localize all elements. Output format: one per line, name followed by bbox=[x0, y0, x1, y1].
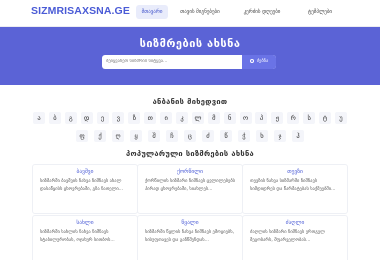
letter-button[interactable]: თ bbox=[144, 112, 157, 124]
dream-card-text: თევზის ნახვა სიზმარში ნიშნავს სიმდიდრეს … bbox=[250, 179, 336, 192]
letter-button[interactable]: ლ bbox=[191, 112, 204, 124]
letter-button[interactable]: გ bbox=[64, 112, 77, 124]
search-button[interactable]: ძებნა bbox=[242, 55, 276, 69]
letter-button[interactable]: ა bbox=[33, 112, 45, 124]
letter-button[interactable]: ხ bbox=[256, 130, 268, 142]
search-icon bbox=[249, 58, 254, 63]
dream-card[interactable]: სახლი სიზმარში სახლის ნახვა ნიშნავს სტაბ… bbox=[32, 215, 138, 260]
nav-item-home[interactable]: მთავარი bbox=[136, 5, 168, 19]
dream-card-text: სიზმარში სახლის ნახვა ნიშნავს სტაბილურობ… bbox=[40, 230, 115, 243]
dream-card[interactable]: წყალი სიზმარში წყლის ნახვა ნიშნავს ემოცი… bbox=[137, 215, 243, 260]
letter-button[interactable]: ჟ bbox=[271, 112, 284, 124]
dream-card-title[interactable]: წყალი bbox=[138, 220, 242, 226]
dream-card-text: ძაღლის სიზმარი ნიშნავს ერთგულ მეგობარს, … bbox=[250, 230, 325, 243]
popular-title: პოპულარული სიზმრების ახსნა bbox=[126, 149, 254, 158]
nav-item-days[interactable]: კერძის დღეები bbox=[238, 5, 286, 19]
alphabet-row-2: ფ ქ ღ ყ შ ჩ ც ძ წ ჭ ხ ჯ ჰ bbox=[76, 130, 304, 144]
letter-button[interactable]: ზ bbox=[128, 112, 141, 124]
letter-button[interactable]: ღ bbox=[112, 130, 124, 142]
letter-button[interactable]: ჰ bbox=[292, 130, 304, 142]
letter-button[interactable]: პ bbox=[255, 112, 268, 124]
dream-card[interactable]: ძაღლი ძაღლის სიზმარი ნიშნავს ერთგულ მეგო… bbox=[242, 215, 348, 260]
hero-banner: სიზმრების ახსნა ძებნა bbox=[0, 27, 380, 85]
letter-button[interactable]: ე bbox=[96, 112, 109, 124]
dream-card-title[interactable]: თევზი bbox=[243, 169, 347, 175]
letter-button[interactable]: ქ bbox=[94, 130, 106, 142]
site-logo[interactable]: SIZMRISAXSNA.GE bbox=[31, 5, 130, 17]
letter-button[interactable]: ჭ bbox=[238, 130, 250, 142]
letter-button[interactable]: ტ bbox=[319, 112, 332, 124]
letter-button[interactable]: ს bbox=[303, 112, 316, 124]
hero-title: სიზმრების ახსნა bbox=[139, 37, 241, 50]
dream-card-title[interactable]: ქორწილი bbox=[138, 169, 242, 175]
dream-card-text: სიზმარში წყლის ნახვა ნიშნავს ემოციებს, ს… bbox=[145, 230, 235, 243]
letter-button[interactable]: დ bbox=[80, 112, 93, 124]
dream-card-title[interactable]: ბავშვი bbox=[33, 169, 137, 175]
alphabet-title: ანბანის მიხედვით bbox=[152, 97, 228, 106]
dream-card-text: სიზმარში ბავშვის ნახვა ნიშნავს ახალ დასა… bbox=[40, 179, 124, 192]
top-navbar: SIZMRISAXSNA.GE მთავარი თავის მიგნებები … bbox=[0, 0, 380, 27]
letter-button[interactable]: ბ bbox=[48, 112, 61, 124]
letter-button[interactable]: წ bbox=[220, 130, 232, 142]
letter-button[interactable]: ო bbox=[239, 112, 252, 124]
letter-button[interactable]: ც bbox=[184, 130, 196, 142]
letter-button[interactable]: უ bbox=[334, 112, 347, 124]
nav-item-templates[interactable]: ტემპლები bbox=[300, 5, 340, 19]
letter-button[interactable]: ჯ bbox=[274, 130, 286, 142]
letter-button[interactable]: შ bbox=[148, 130, 160, 142]
letter-button[interactable]: კ bbox=[176, 112, 189, 124]
search-button-label: ძებნა bbox=[256, 59, 269, 64]
letter-button[interactable]: ფ bbox=[76, 130, 88, 142]
dream-card[interactable]: ქორწილი ქორწილის სიზმარი ნიშნავს ცვლილებ… bbox=[137, 164, 243, 214]
letter-button[interactable]: მ bbox=[207, 112, 220, 124]
letter-button[interactable]: ნ bbox=[223, 112, 236, 124]
letter-button[interactable]: რ bbox=[287, 112, 300, 124]
letter-button[interactable]: ვ bbox=[112, 112, 125, 124]
letter-button[interactable]: ძ bbox=[202, 130, 214, 142]
dream-card[interactable]: ბავშვი სიზმარში ბავშვის ნახვა ნიშნავს ახ… bbox=[32, 164, 138, 214]
nav-item-topics[interactable]: თავის მიგნებები bbox=[175, 5, 225, 19]
dream-card-text: ქორწილის სიზმარი ნიშნავს ცვლილებებს პირა… bbox=[145, 179, 235, 192]
letter-button[interactable]: ჩ bbox=[166, 130, 178, 142]
dream-card[interactable]: თევზი თევზის ნახვა სიზმარში ნიშნავს სიმდ… bbox=[242, 164, 348, 214]
alphabet-row-1: ა ბ გ დ ე ვ ზ თ ი კ ლ მ ნ ო პ ჟ რ ს ტ უ bbox=[33, 112, 347, 126]
dream-card-title[interactable]: სახლი bbox=[33, 220, 137, 226]
letter-button[interactable]: ი bbox=[160, 112, 173, 124]
dream-card-title[interactable]: ძაღლი bbox=[243, 220, 347, 226]
letter-button[interactable]: ყ bbox=[130, 130, 142, 142]
